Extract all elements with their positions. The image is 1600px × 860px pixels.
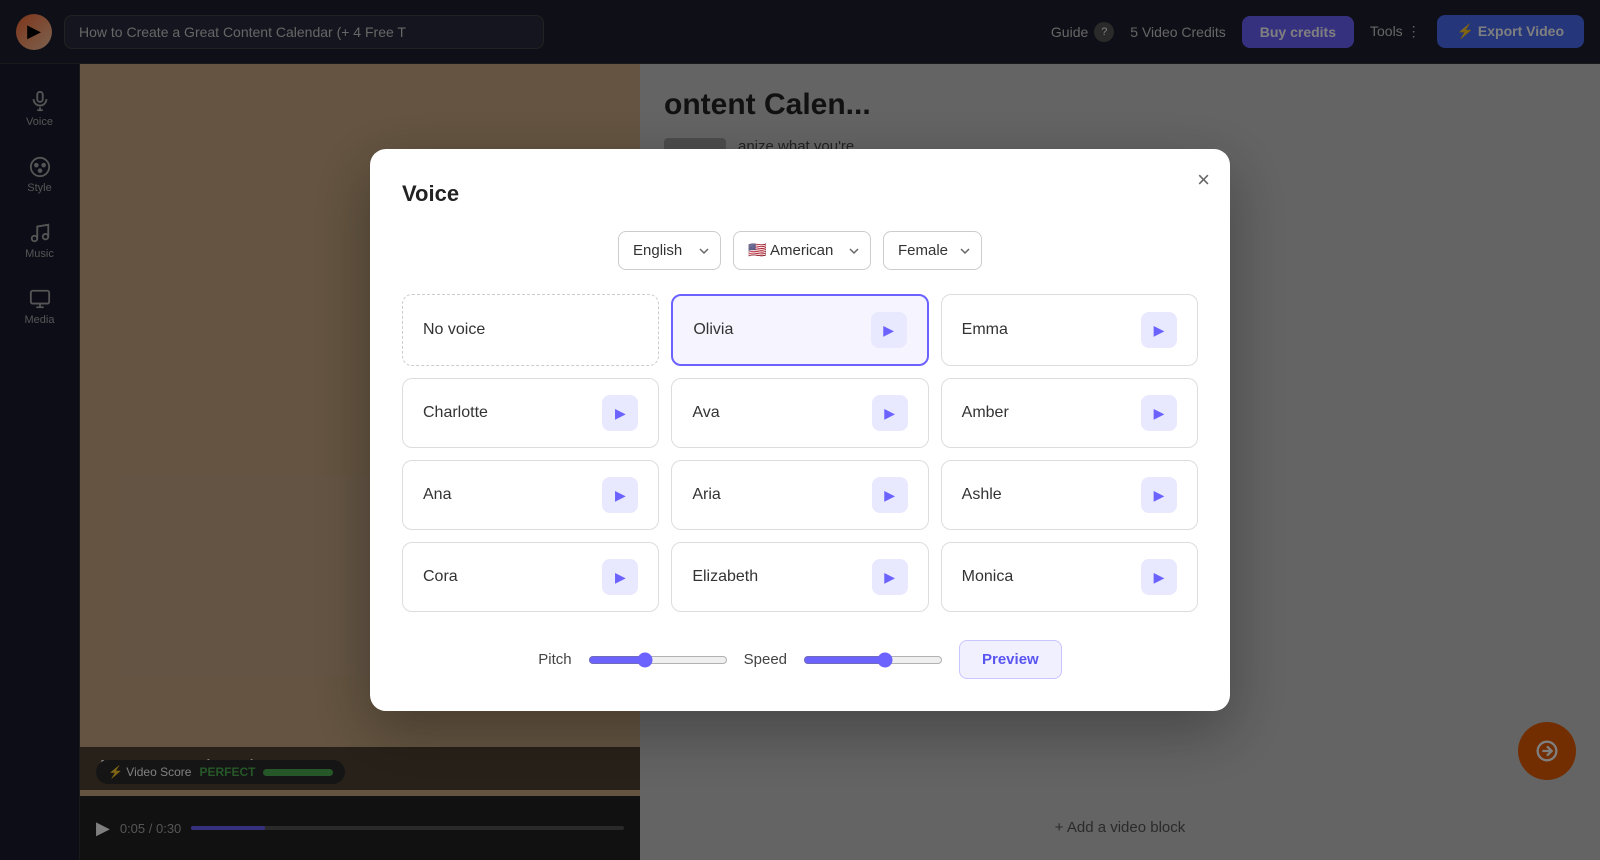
voice-name-emma: Emma [962,321,1008,339]
speed-slider[interactable] [803,650,943,670]
play-voice-button-charlotte[interactable]: ▶ [602,395,638,431]
voice-name-charlotte: Charlotte [423,404,488,422]
voice-card-ashle[interactable]: Ashle ▶ [941,460,1198,530]
voice-name-monica: Monica [962,568,1014,586]
play-voice-button-ava[interactable]: ▶ [872,395,908,431]
voice-name-cora: Cora [423,568,458,586]
bottom-controls: Pitch Speed Preview [402,640,1198,679]
play-voice-button-amber[interactable]: ▶ [1141,395,1177,431]
voice-card-no-voice[interactable]: No voice [402,294,659,366]
voice-card-charlotte[interactable]: Charlotte ▶ [402,378,659,448]
pitch-label: Pitch [538,651,571,668]
dropdowns-row: English Spanish French German 🇺🇸 America… [402,231,1198,270]
voice-grid: No voice Olivia ▶ Emma ▶ Charlotte ▶ Ava ▶ Amber ▶… [402,294,1198,612]
voice-name-ava: Ava [692,404,719,422]
play-voice-button-ashle[interactable]: ▶ [1141,477,1177,513]
gender-select[interactable]: Female Male [883,231,982,270]
voice-name-ana: Ana [423,486,451,504]
voice-name-no-voice: No voice [423,321,485,339]
play-voice-button-monica[interactable]: ▶ [1141,559,1177,595]
voice-name-elizabeth: Elizabeth [692,568,758,586]
voice-name-aria: Aria [692,486,720,504]
speed-range[interactable] [803,652,943,668]
pitch-range[interactable] [588,652,728,668]
voice-card-cora[interactable]: Cora ▶ [402,542,659,612]
play-voice-button-cora[interactable]: ▶ [602,559,638,595]
voice-card-olivia[interactable]: Olivia ▶ [671,294,928,366]
preview-button[interactable]: Preview [959,640,1062,679]
voice-card-monica[interactable]: Monica ▶ [941,542,1198,612]
voice-card-aria[interactable]: Aria ▶ [671,460,928,530]
language-select[interactable]: English Spanish French German [618,231,721,270]
voice-card-emma[interactable]: Emma ▶ [941,294,1198,366]
voice-name-olivia: Olivia [693,321,733,339]
accent-select[interactable]: 🇺🇸 American 🇬🇧 British 🇦🇺 Australian [733,231,871,270]
voice-name-amber: Amber [962,404,1009,422]
voice-card-amber[interactable]: Amber ▶ [941,378,1198,448]
modal-overlay[interactable]: Voice × English Spanish French German 🇺🇸… [0,0,1600,860]
play-voice-button-emma[interactable]: ▶ [1141,312,1177,348]
play-voice-button-ana[interactable]: ▶ [602,477,638,513]
voice-card-elizabeth[interactable]: Elizabeth ▶ [671,542,928,612]
modal-close-button[interactable]: × [1197,169,1210,191]
voice-card-ava[interactable]: Ava ▶ [671,378,928,448]
pitch-slider[interactable] [588,650,728,670]
voice-modal: Voice × English Spanish French German 🇺🇸… [370,149,1230,711]
speed-label: Speed [744,651,787,668]
voice-card-ana[interactable]: Ana ▶ [402,460,659,530]
voice-name-ashle: Ashle [962,486,1002,504]
play-voice-button-aria[interactable]: ▶ [872,477,908,513]
modal-title: Voice [402,181,1198,207]
play-voice-button-olivia[interactable]: ▶ [871,312,907,348]
play-voice-button-elizabeth[interactable]: ▶ [872,559,908,595]
